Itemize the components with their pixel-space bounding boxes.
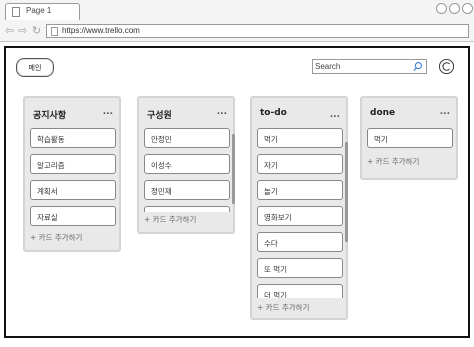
card-label: 알고리즘 (37, 161, 65, 170)
search-input[interactable] (315, 61, 411, 72)
card[interactable]: 안정민 (144, 128, 230, 148)
card-label: 학습활동 (37, 135, 65, 144)
card[interactable]: 알고리즘 (30, 154, 116, 174)
card-label: 계획서 (37, 187, 58, 196)
card-label: 자기 (264, 161, 278, 170)
tab-title: Page 1 (26, 6, 52, 15)
card-label: 수다 (264, 239, 278, 248)
forward-arrow-icon[interactable]: ⇨ (18, 25, 27, 37)
list-done: done ... 먹기 + 카드 추가하기 (360, 96, 458, 180)
main-button-label: 메인 (28, 64, 42, 72)
list-menu-button[interactable]: ... (440, 107, 450, 117)
card[interactable]: 자기 (257, 154, 343, 174)
list-scrollbar[interactable] (232, 134, 235, 204)
card[interactable]: 정민재 (144, 180, 230, 200)
search-icon[interactable] (412, 61, 423, 72)
card-label: 더 먹기 (264, 291, 288, 298)
list-title: 공지사항 (33, 111, 67, 121)
card-label: 또 먹기 (264, 265, 288, 274)
card[interactable]: 먹기 (257, 128, 343, 148)
url-text: https://www.trello.com (62, 26, 140, 35)
card[interactable]: 수다 (257, 232, 343, 252)
card[interactable]: 또 먹기 (257, 258, 343, 278)
card-label: 이성수 (151, 161, 172, 170)
page-icon (51, 27, 58, 36)
card-label: 정민재 (151, 187, 172, 196)
browser-tab[interactable]: Page 1 (5, 3, 80, 20)
card-scroll-area: 안정민 이성수 정민재 (139, 98, 233, 212)
card[interactable]: 학습활동 (30, 128, 116, 148)
address-bar: ⇦ ⇨ ↻ https://www.trello.com (0, 20, 474, 42)
card[interactable]: 더 먹기 (257, 284, 343, 298)
list-notices: 공지사항 ... 학습활동 알고리즘 계획서 자료실 + 카드 추가하기 (23, 96, 121, 252)
search-box[interactable] (312, 59, 427, 74)
url-field[interactable]: https://www.trello.com (46, 24, 469, 38)
add-card-button[interactable]: + 카드 추가하기 (144, 214, 196, 225)
reload-icon[interactable]: ↻ (32, 25, 41, 37)
card (144, 206, 230, 212)
card[interactable]: 놀기 (257, 180, 343, 200)
close-button[interactable] (462, 3, 473, 14)
back-arrow-icon[interactable]: ⇦ (5, 25, 14, 37)
add-card-button[interactable]: + 카드 추가하기 (367, 156, 419, 167)
card-label: 영화보기 (264, 213, 292, 222)
card-label: 안정민 (151, 135, 172, 144)
refresh-icon[interactable] (438, 58, 455, 75)
list-scrollbar[interactable] (345, 142, 348, 242)
maximize-button[interactable] (449, 3, 460, 14)
card[interactable]: 자료실 (30, 206, 116, 226)
list-todo: to-do ... 먹기 자기 놀기 영화보기 수다 또 먹기 더 먹기 + 카… (250, 96, 348, 320)
list-members: 구성원 ... 안정민 이성수 정민재 + 카드 추가하기 (137, 96, 235, 234)
card[interactable]: 먹기 (367, 128, 453, 148)
card[interactable]: 계획서 (30, 180, 116, 200)
browser-tab-bar: Page 1 (0, 0, 474, 20)
card-label: 먹기 (264, 135, 278, 144)
list-menu-button[interactable]: ... (103, 107, 113, 117)
card-label: 자료실 (37, 213, 58, 222)
list-title: done (370, 108, 396, 118)
card-scroll-area: 먹기 자기 놀기 영화보기 수다 또 먹기 더 먹기 (252, 98, 346, 298)
add-card-button[interactable]: + 카드 추가하기 (30, 232, 82, 243)
card-label: 먹기 (374, 135, 388, 144)
add-card-button[interactable]: + 카드 추가하기 (257, 302, 309, 313)
card[interactable]: 이성수 (144, 154, 230, 174)
page-viewport: 메인 공지사항 ... 학습활동 알고리즘 계획서 자료실 + 카드 추가하기 … (4, 46, 470, 338)
page-icon (12, 7, 20, 17)
card[interactable]: 영화보기 (257, 206, 343, 226)
card-label: 놀기 (264, 187, 278, 196)
minimize-button[interactable] (436, 3, 447, 14)
main-button[interactable]: 메인 (16, 58, 54, 77)
